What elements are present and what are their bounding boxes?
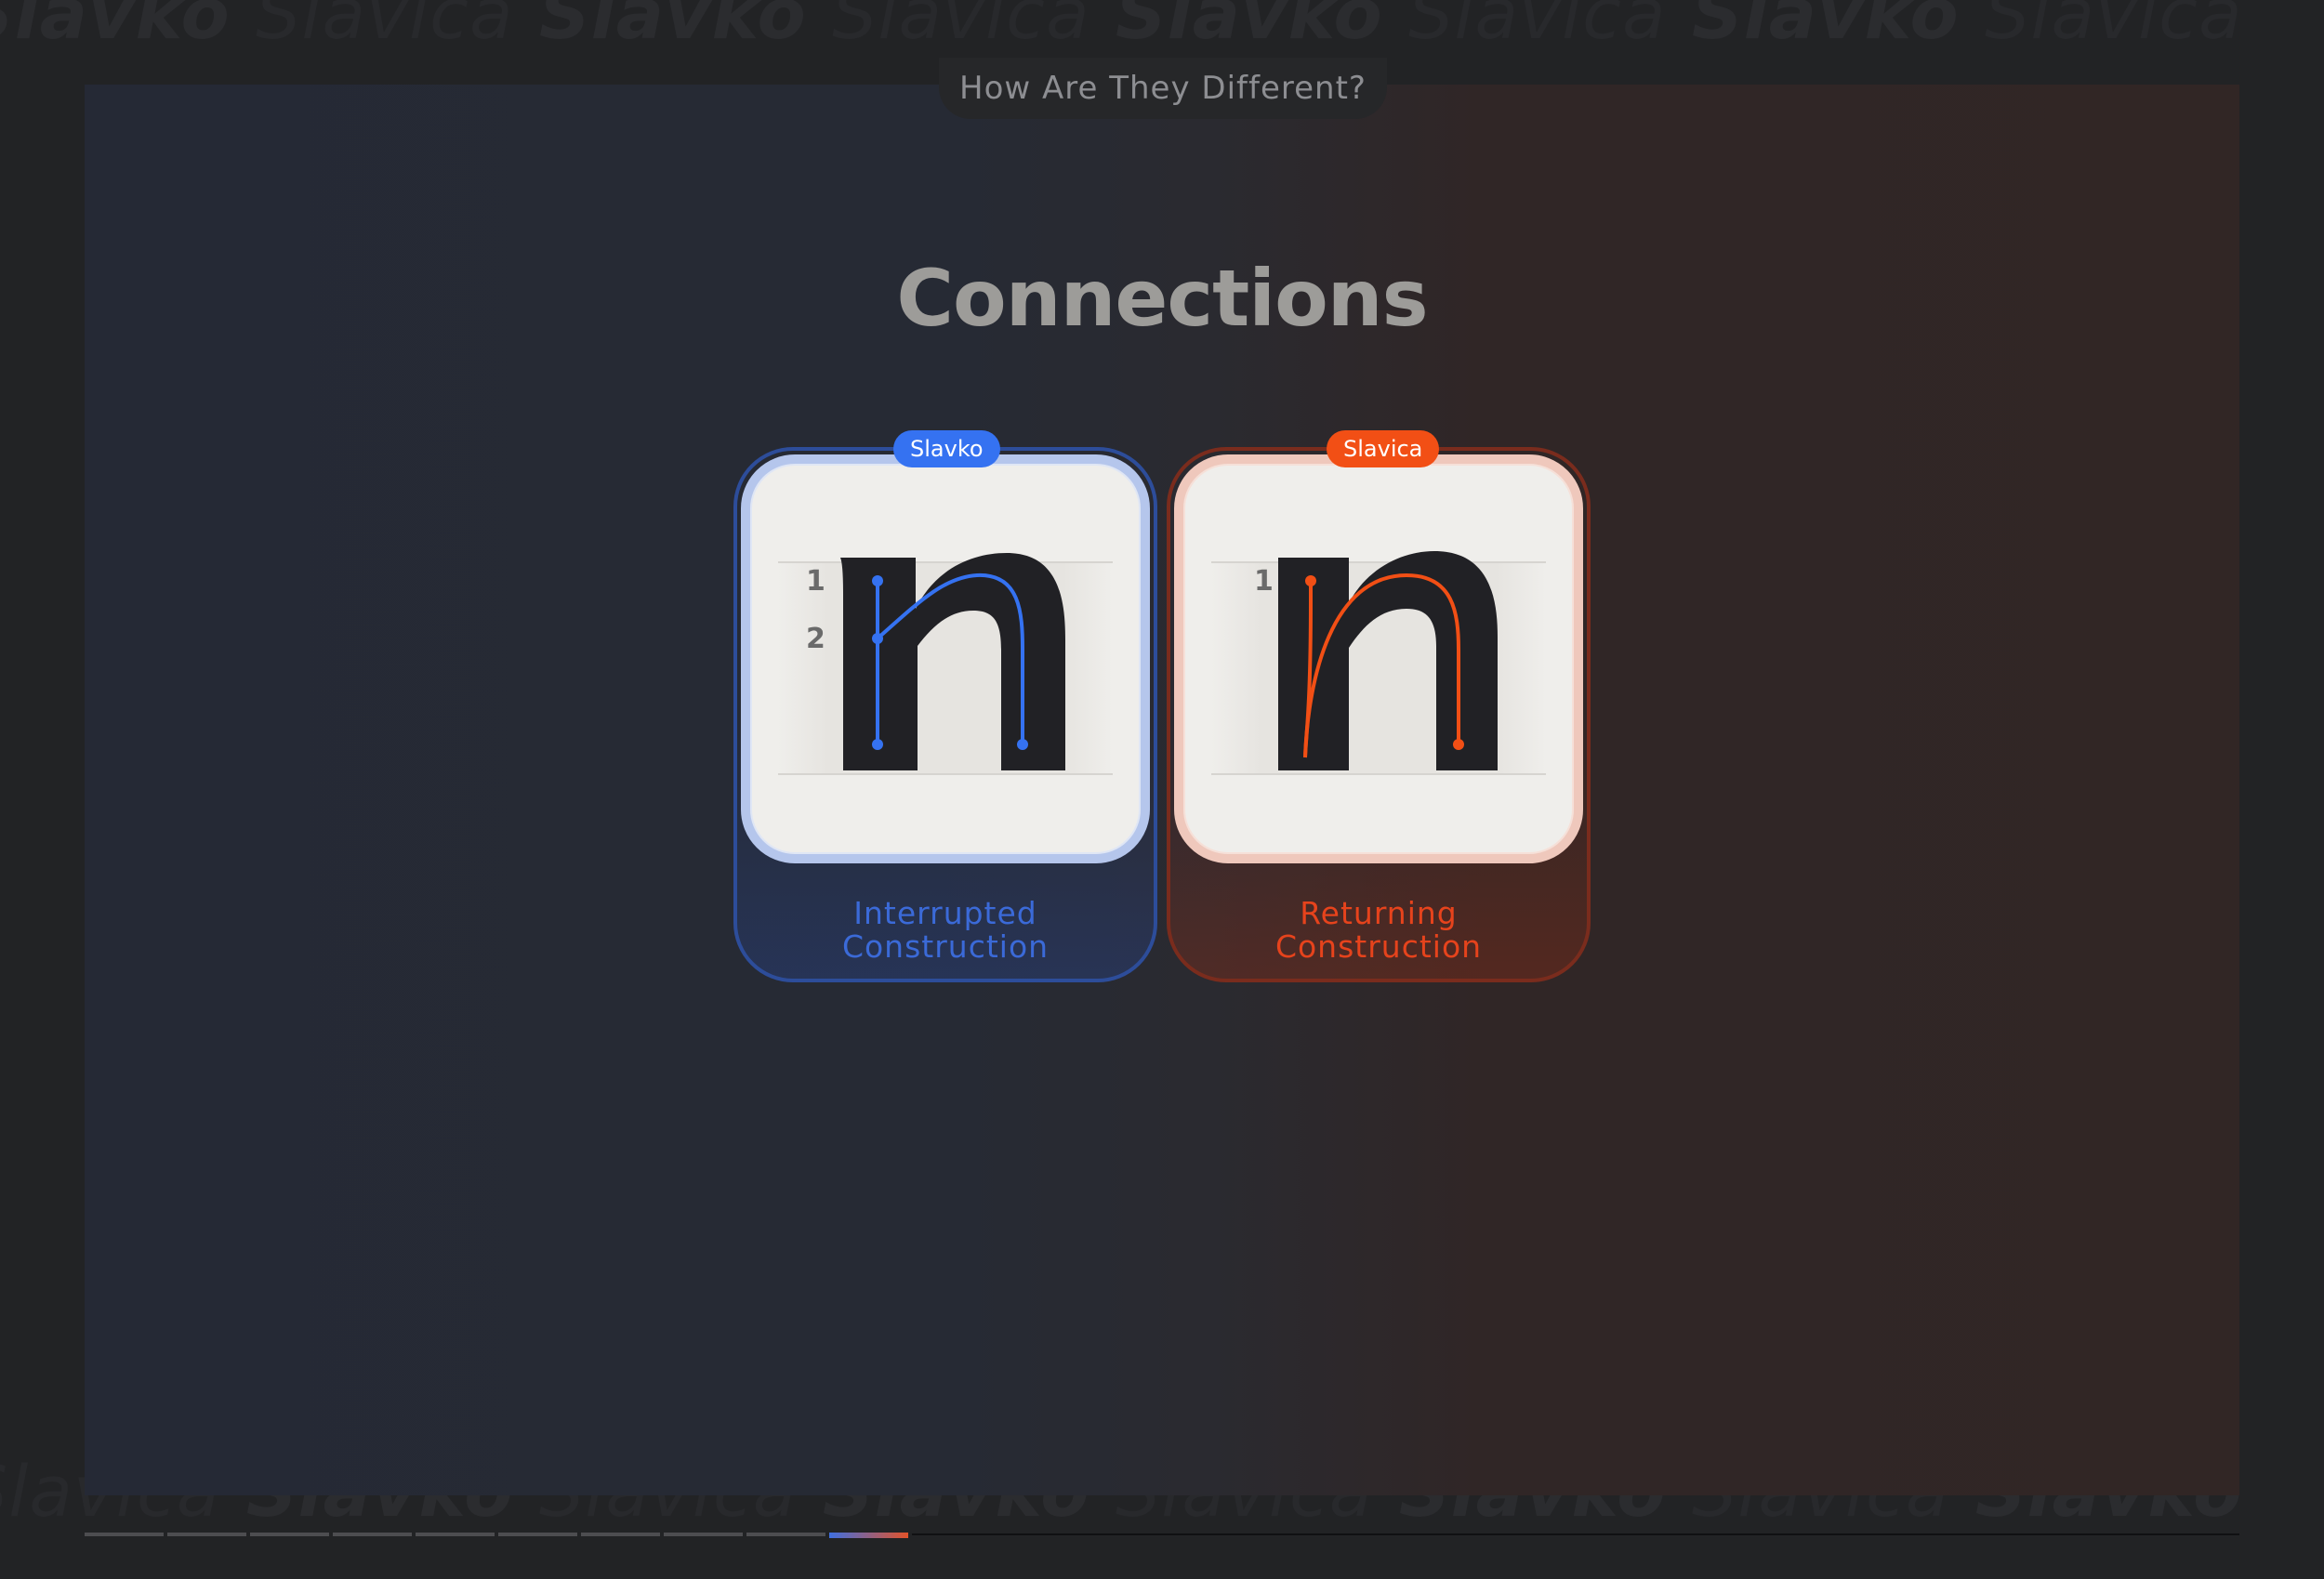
stroke-marker-1: 1 <box>1254 565 1274 598</box>
card-label-slavica: Returning Construction <box>1274 895 1483 965</box>
stroke-marker-1: 1 <box>806 565 825 598</box>
progress-segment[interactable] <box>664 1533 743 1536</box>
section-tab-label: How Are They Different? <box>959 70 1367 107</box>
card-label-slavko: Interrupted Construction <box>841 895 1050 965</box>
slide-progress-bar[interactable] <box>85 1533 2239 1538</box>
progress-segment[interactable] <box>250 1533 329 1536</box>
progress-segment[interactable] <box>581 1533 660 1536</box>
progress-segment-current[interactable] <box>829 1533 908 1538</box>
glyph-tile-slavko: 1 2 <box>741 454 1150 863</box>
glyph-n-diagram-slavica: 1 <box>1211 551 1546 775</box>
page-title: Connections <box>896 253 1428 344</box>
comparison-card-slavica: 1 Slavica Returning Construction <box>1167 430 1591 982</box>
progress-segment[interactable] <box>85 1533 164 1536</box>
glyph-tile-slavica: 1 <box>1174 454 1583 863</box>
glyph-n-diagram-slavko: 1 2 <box>778 553 1113 775</box>
badge-slavko: Slavko <box>893 430 1000 467</box>
comparison-card-slavko: 1 2 Slavko Interrupted Construction <box>733 430 1157 982</box>
badge-slavica: Slavica <box>1327 430 1440 467</box>
progress-segment[interactable] <box>167 1533 246 1536</box>
progress-segment[interactable] <box>333 1533 412 1536</box>
progress-segment[interactable] <box>416 1533 495 1536</box>
progress-remaining <box>912 1533 2239 1535</box>
section-tab[interactable]: How Are They Different? <box>939 58 1387 119</box>
progress-segment[interactable] <box>746 1533 825 1536</box>
stroke-marker-2: 2 <box>806 623 825 655</box>
progress-segment[interactable] <box>498 1533 577 1536</box>
